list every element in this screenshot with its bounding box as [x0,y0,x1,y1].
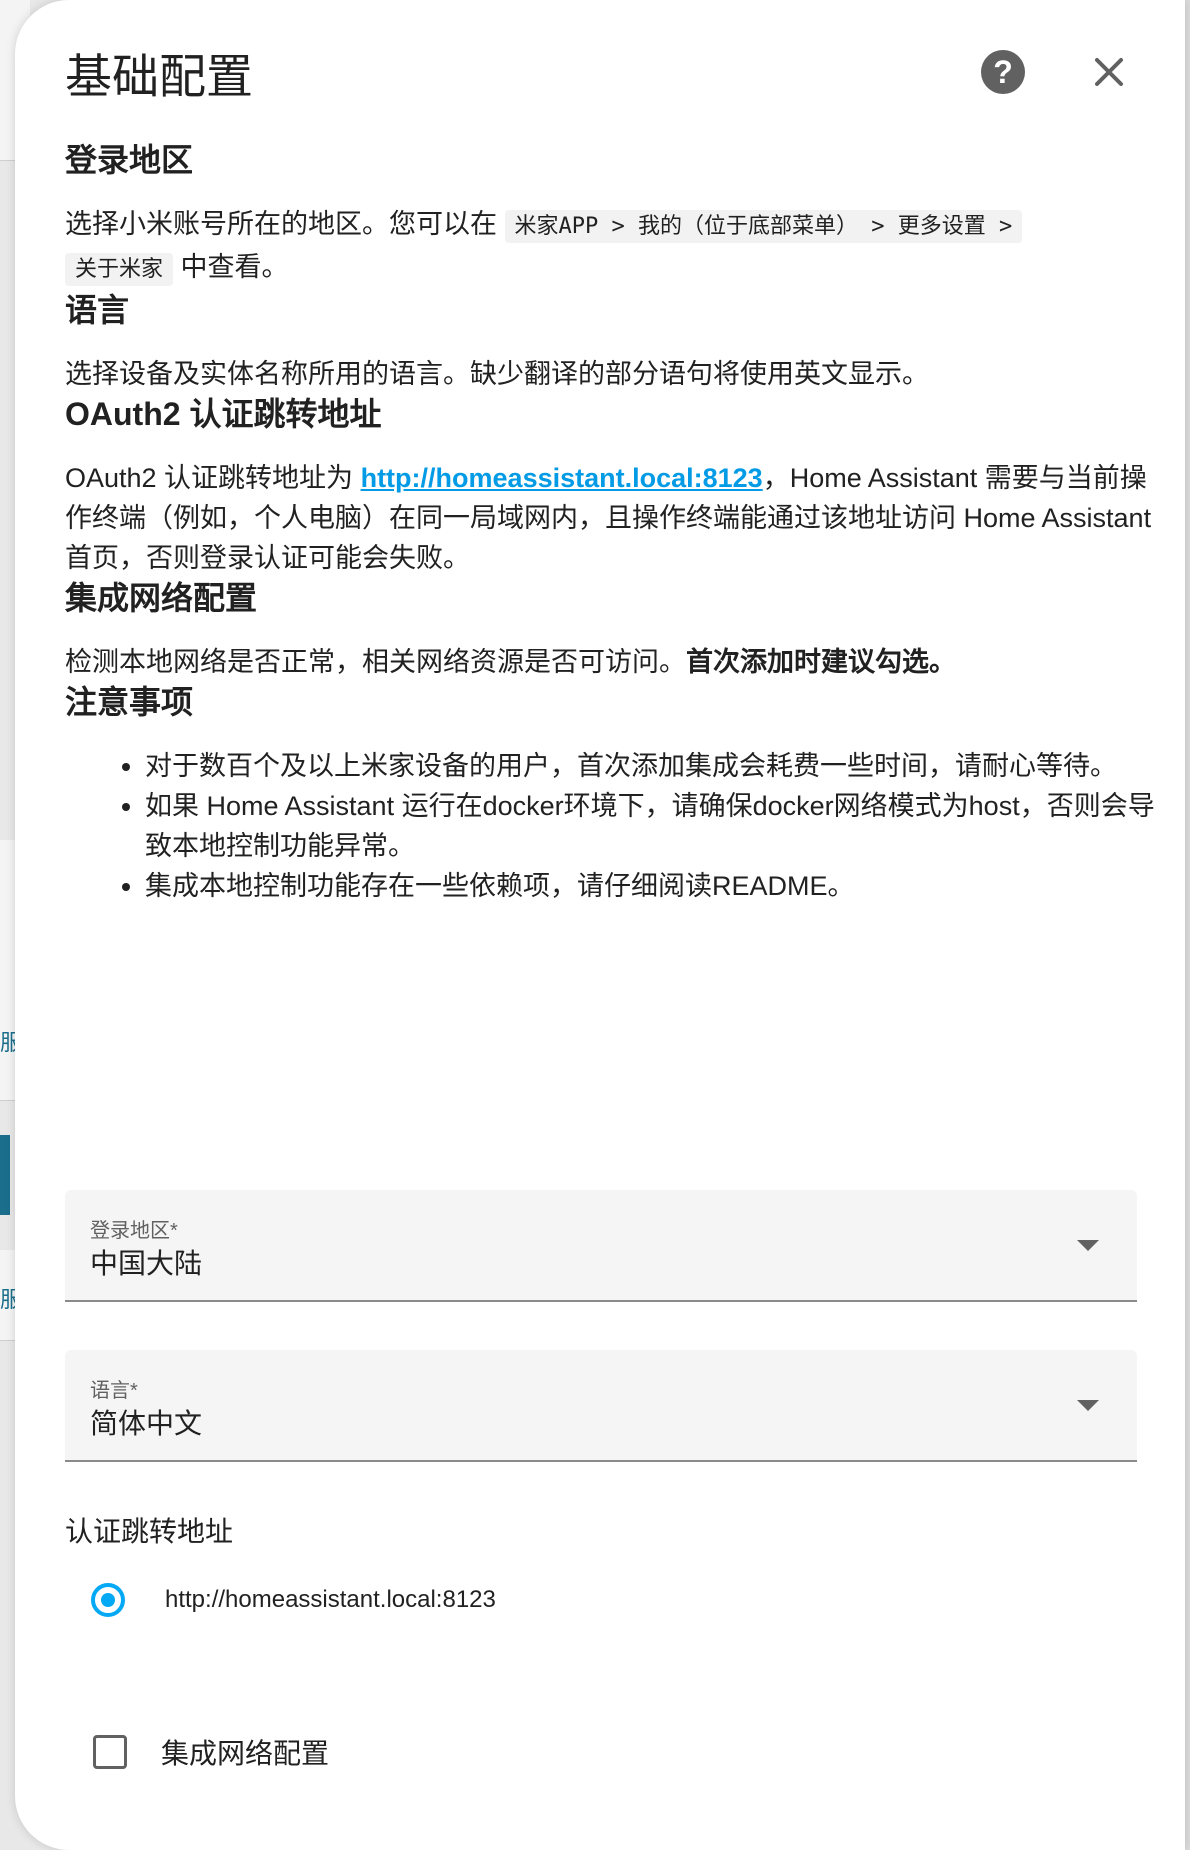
list-item: 对于数百个及以上米家设备的用户，首次添加集成会耗费一些时间，请耐心等待。 [145,746,1155,786]
list-item: 如果 Home Assistant 运行在docker环境下，请确保docker… [145,786,1155,866]
network-description: 检测本地网络是否正常，相关网络资源是否可访问。首次添加时建议勾选。 [65,642,1155,682]
language-select-value: 简体中文 [90,1408,203,1439]
section-heading-notes: 注意事项 [65,684,194,720]
region-select-value: 中国大陆 [90,1248,203,1279]
section-heading-language: 语言 [65,292,130,328]
region-text-before: 选择小米账号所在的地区。您可以在 [65,209,505,239]
network-checkbox-label: 集成网络配置 [161,1738,330,1769]
background-accent [0,1135,10,1215]
region-select[interactable]: 登录地区* 中国大陆 [65,1190,1137,1302]
section-heading-network: 集成网络配置 [65,580,258,616]
oauth-text-before: OAuth2 认证跳转地址为 [65,463,361,493]
list-item: 集成本地控制功能存在一些依赖项，请仔细阅读README。 [145,866,1155,906]
redirect-radio-option[interactable]: http://homeassistant.local:8123 [91,1578,496,1622]
close-icon[interactable] [1085,48,1133,96]
notes-list: 对于数百个及以上米家设备的用户，首次添加集成会耗费一些时间，请耐心等待。 如果 … [65,746,1155,906]
network-bold-text: 首次添加时建议勾选。 [686,647,956,677]
region-select-label: 登录地区* [90,1220,178,1242]
radio-selected-dot [101,1593,115,1607]
help-icon[interactable]: ? [981,50,1025,94]
oauth-redirect-link[interactable]: http://homeassistant.local:8123 [361,463,763,493]
section-heading-oauth: OAuth2 认证跳转地址 [65,396,382,432]
dialog-title: 基础配置 [65,50,253,103]
region-path-code-2: 关于米家 [65,253,174,286]
region-text-after: 中查看。 [173,252,289,282]
section-heading-region: 登录地区 [65,142,194,178]
region-path-code: 米家APP > 我的（位于底部菜单） > 更多设置 > [504,210,1023,243]
region-description: 选择小米账号所在的地区。您可以在 米家APP > 我的（位于底部菜单） > 更多… [65,204,1155,290]
redirect-option-label: http://homeassistant.local:8123 [165,1586,496,1613]
network-text: 检测本地网络是否正常，相关网络资源是否可访问。 [65,647,686,677]
language-description: 选择设备及实体名称所用的语言。缺少翻译的部分语句将使用英文显示。 [65,359,929,389]
radio-button[interactable] [91,1583,125,1617]
dropdown-arrow-icon [1077,1240,1099,1251]
language-select-label: 语言* [90,1380,138,1402]
network-checkbox-row[interactable]: 集成网络配置 [93,1730,329,1774]
network-checkbox[interactable] [93,1735,127,1769]
dropdown-arrow-icon [1077,1400,1099,1411]
oauth-description: OAuth2 认证跳转地址为 http://homeassistant.loca… [65,458,1155,578]
dialog-description: 登录地区 选择小米账号所在的地区。您可以在 米家APP > 我的（位于底部菜单）… [65,140,1155,906]
language-select[interactable]: 语言* 简体中文 [65,1350,1137,1462]
redirect-group-label: 认证跳转地址 [65,1516,234,1547]
config-dialog: 基础配置 ? 登录地区 选择小米账号所在的地区。您可以在 米家APP > 我的（… [15,0,1185,1850]
